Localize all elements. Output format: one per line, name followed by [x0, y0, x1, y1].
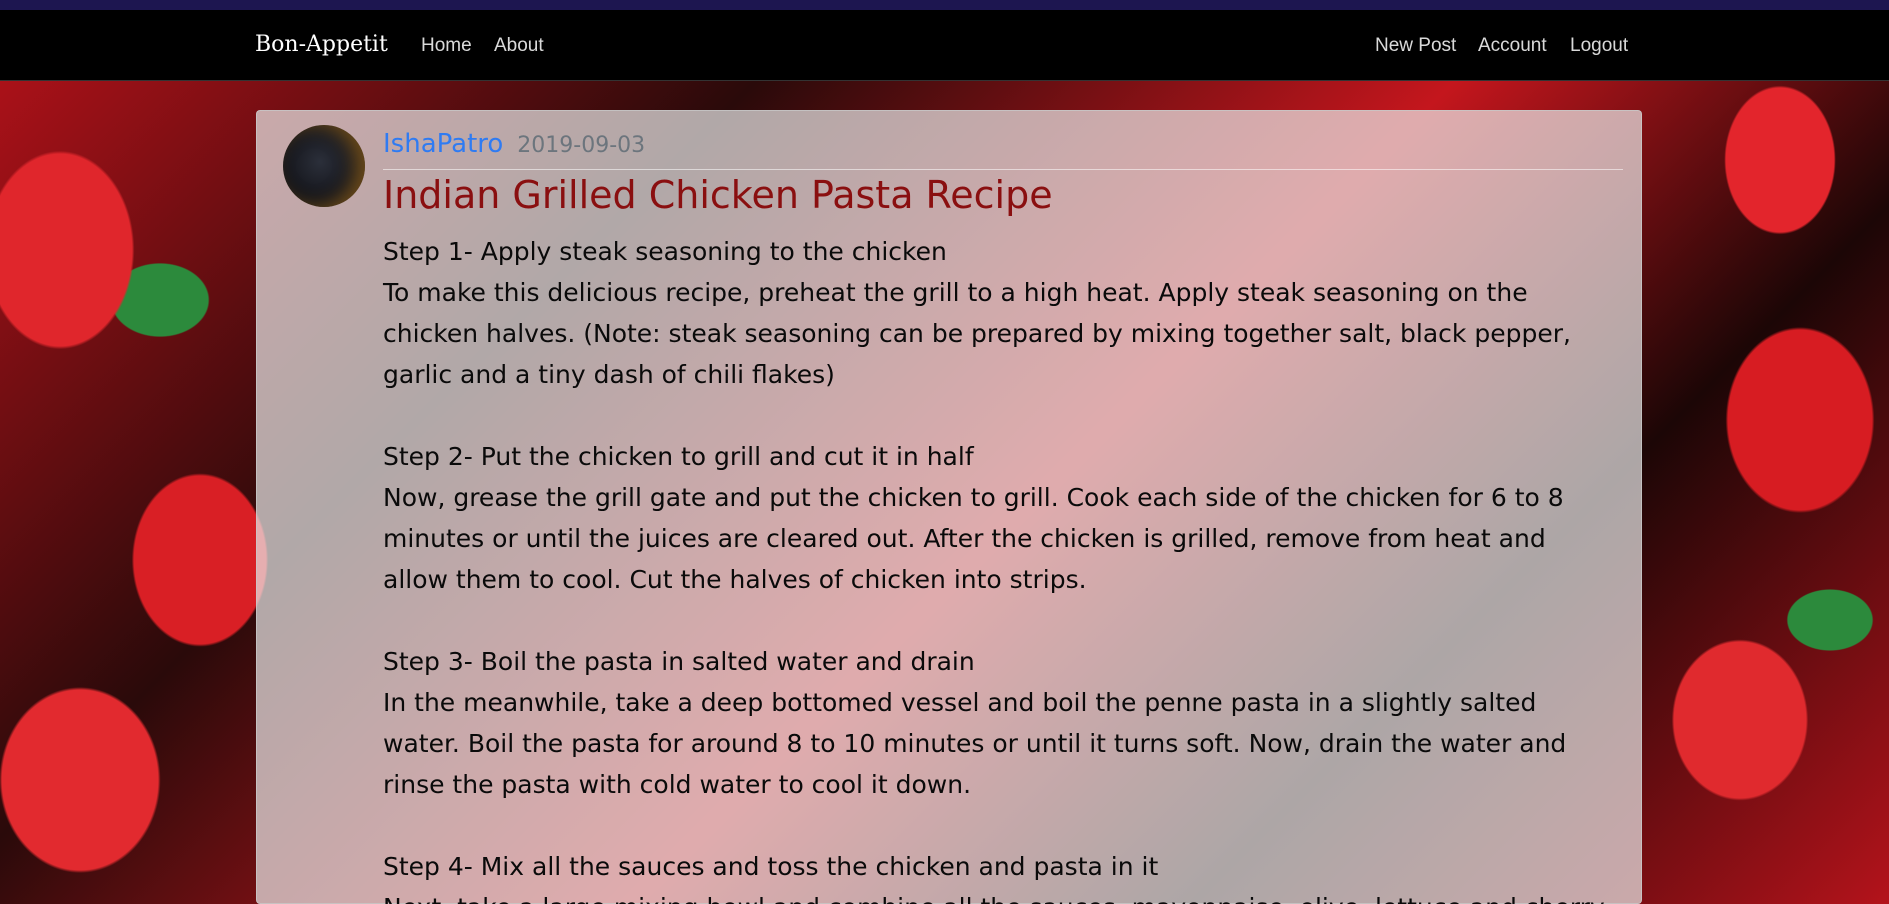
step-line: allow them to cool. Cut the halves of ch…	[383, 565, 1087, 594]
top-strip	[0, 0, 1889, 10]
step-line: garlic and a tiny dash of chili flakes)	[383, 360, 835, 389]
navbar: Bon-Appetit Home About New Post Account …	[0, 10, 1889, 81]
brand-logo[interactable]: Bon-Appetit	[255, 32, 388, 57]
step-line: minutes or until the juices are cleared …	[383, 524, 1546, 553]
post-content: Step 1- Apply steak seasoning to the chi…	[383, 231, 1623, 904]
post-title: Indian Grilled Chicken Pasta Recipe	[383, 173, 1053, 217]
step-heading: Step 4- Mix all the sauces and toss the …	[383, 852, 1159, 881]
post-card: IshaPatro 2019-09-03 Indian Grilled Chick…	[256, 110, 1642, 904]
step-heading: Step 1- Apply steak seasoning to the chi…	[383, 237, 947, 266]
post-date: 2019-09-03	[517, 133, 646, 158]
step-heading: Step 2- Put the chicken to grill and cut…	[383, 442, 974, 471]
step-line: water. Boil the pasta for around 8 to 10…	[383, 729, 1567, 758]
nav-account-link[interactable]: Account	[1478, 35, 1547, 57]
step-line: Now, grease the grill gate and put the c…	[383, 483, 1564, 512]
step-line: Next, take a large mixing bowl and combi…	[383, 887, 1623, 904]
post-meta: IshaPatro 2019-09-03	[383, 129, 1623, 170]
author-link[interactable]: IshaPatro	[383, 129, 503, 159]
step-heading: Step 3- Boil the pasta in salted water a…	[383, 647, 975, 676]
step-line: chicken halves. (Note: steak seasoning c…	[383, 319, 1571, 348]
author-avatar[interactable]	[283, 125, 365, 207]
step-line: To make this delicious recipe, preheat t…	[383, 278, 1528, 307]
nav-about-link[interactable]: About	[494, 35, 544, 57]
nav-new-post-link[interactable]: New Post	[1375, 35, 1456, 57]
nav-logout-link[interactable]: Logout	[1570, 35, 1628, 57]
nav-home-link[interactable]: Home	[421, 35, 472, 57]
step-line: In the meanwhile, take a deep bottomed v…	[383, 688, 1537, 717]
step-line: rinse the pasta with cold water to cool …	[383, 770, 972, 799]
